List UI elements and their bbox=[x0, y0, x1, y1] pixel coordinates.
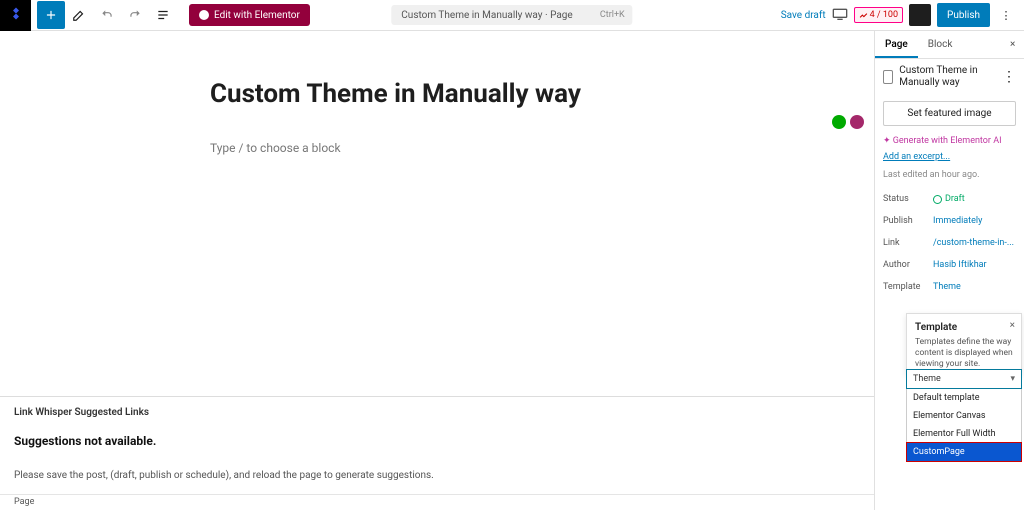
add-block-button[interactable] bbox=[37, 1, 65, 29]
document-title-text: Custom Theme in Manually way · Page bbox=[401, 10, 572, 21]
template-option-custompage[interactable]: CustomPage bbox=[906, 442, 1022, 462]
template-option-default[interactable]: Default template bbox=[907, 389, 1021, 407]
preview-button[interactable] bbox=[832, 8, 848, 23]
author-label: Author bbox=[883, 260, 933, 270]
publish-button[interactable]: Publish bbox=[937, 3, 990, 27]
outline-button[interactable] bbox=[149, 1, 177, 29]
draft-dot-icon bbox=[933, 195, 942, 204]
add-excerpt-link[interactable]: Add an excerpt... bbox=[875, 150, 1024, 170]
template-dropdown-list: Default template Elementor Canvas Elemen… bbox=[906, 389, 1022, 462]
template-option-fullwidth[interactable]: Elementor Full Width bbox=[907, 425, 1021, 443]
plus-icon bbox=[44, 8, 58, 22]
chart-icon bbox=[859, 11, 868, 20]
popover-title: Template bbox=[915, 322, 1013, 333]
template-value[interactable]: Theme bbox=[933, 282, 961, 292]
generate-ai-link[interactable]: ✦ Generate with Elementor AI bbox=[875, 132, 1024, 150]
set-featured-image-button[interactable]: Set featured image bbox=[883, 101, 1016, 126]
status-value[interactable]: Draft bbox=[933, 194, 965, 204]
close-popover-button[interactable]: × bbox=[1010, 320, 1015, 331]
pencil-icon bbox=[72, 8, 86, 22]
template-label: Template bbox=[883, 282, 933, 292]
link-whisper-header: Link Whisper Suggested Links bbox=[14, 407, 860, 418]
elementor-btn-label: Edit with Elementor bbox=[214, 10, 300, 21]
page-title[interactable]: Custom Theme in Manually way bbox=[210, 79, 874, 109]
link-value[interactable]: /custom-theme-in-... bbox=[933, 238, 1014, 248]
block-placeholder[interactable]: Type / to choose a block bbox=[210, 141, 874, 155]
last-edited-text: Last edited an hour ago. bbox=[875, 170, 1024, 188]
edit-with-elementor-button[interactable]: Edit with Elementor bbox=[189, 4, 310, 26]
template-popover: × Template Templates define the way cont… bbox=[906, 313, 1022, 375]
link-whisper-note: Please save the post, (draft, publish or… bbox=[14, 470, 860, 481]
sidebar-doc-options[interactable]: ⋮ bbox=[1002, 69, 1016, 85]
undo-icon bbox=[100, 8, 114, 22]
settings-toggle[interactable] bbox=[909, 4, 931, 26]
link-label: Link bbox=[883, 238, 933, 248]
yoast-icon[interactable] bbox=[850, 115, 864, 129]
seo-score-badge[interactable]: 4 / 100 bbox=[854, 7, 903, 23]
desktop-icon bbox=[832, 8, 848, 20]
link-whisper-not-available: Suggestions not available. bbox=[14, 434, 860, 448]
shortcut-hint: Ctrl+K bbox=[600, 10, 625, 20]
readability-icon[interactable] bbox=[832, 115, 846, 129]
site-logo[interactable] bbox=[0, 0, 31, 31]
page-icon bbox=[883, 70, 893, 84]
close-sidebar-button[interactable]: × bbox=[1000, 31, 1024, 58]
more-options-button[interactable]: ⋮ bbox=[996, 3, 1016, 27]
popover-desc: Templates define the way content is disp… bbox=[915, 337, 1013, 370]
breadcrumb-footer[interactable]: Page bbox=[0, 494, 874, 510]
document-title-bar[interactable]: Custom Theme in Manually way · Page Ctrl… bbox=[391, 5, 632, 25]
author-value[interactable]: Hasib Iftikhar bbox=[933, 260, 987, 270]
redo-icon bbox=[128, 8, 142, 22]
status-label: Status bbox=[883, 194, 933, 204]
template-select[interactable]: Theme bbox=[906, 369, 1022, 389]
elementor-icon bbox=[199, 10, 209, 20]
publish-value[interactable]: Immediately bbox=[933, 216, 982, 226]
sidebar-doc-name: Custom Theme in Manually way bbox=[899, 65, 996, 89]
publish-label: Publish bbox=[883, 216, 933, 226]
list-icon bbox=[156, 8, 170, 22]
redo-button[interactable] bbox=[121, 1, 149, 29]
tab-block[interactable]: Block bbox=[918, 31, 963, 58]
template-option-canvas[interactable]: Elementor Canvas bbox=[907, 407, 1021, 425]
edit-mode-button[interactable] bbox=[65, 1, 93, 29]
undo-button[interactable] bbox=[93, 1, 121, 29]
save-draft-link[interactable]: Save draft bbox=[781, 10, 826, 21]
editor-canvas[interactable]: Custom Theme in Manually way Type / to c… bbox=[0, 31, 874, 510]
tab-page[interactable]: Page bbox=[875, 31, 918, 58]
seo-score-value: 4 / 100 bbox=[870, 10, 898, 20]
